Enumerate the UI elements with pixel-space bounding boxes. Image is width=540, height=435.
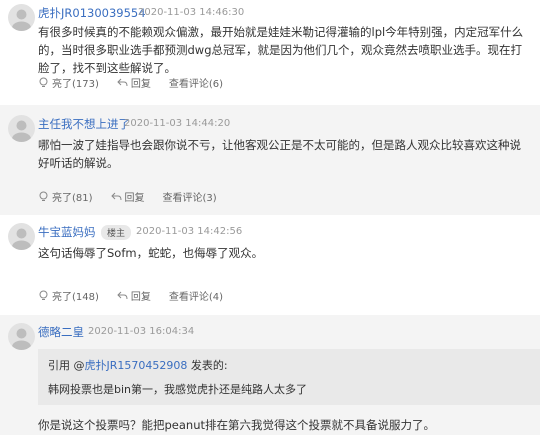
avatar[interactable] (8, 4, 35, 31)
username-link[interactable]: 主任我不想上进了 (38, 116, 130, 132)
op-badge: 楼主 (101, 225, 132, 240)
comment-time: 2020-11-03 14:46:30 (138, 7, 245, 18)
comment-text: 你是说这个投票吗？能把peanut排在第六我觉得这个投票就不具备说服力了。 (38, 418, 436, 432)
light-count: 亮了(81) (52, 193, 93, 204)
view-comments-link[interactable]: 查看评论(6) (169, 75, 223, 90)
default-avatar-icon (12, 120, 31, 142)
default-avatar-icon (12, 328, 31, 350)
view-comments-link[interactable]: 查看评论(3) (163, 189, 217, 204)
comment-text: 哪怕一波了娃指导也会跟你说不亏，让他客观公正是不太可能的，但是路人观众比较喜欢这… (38, 138, 521, 170)
comment-actions: 亮了(81) 回复 查看评论(3) (38, 189, 235, 204)
reply-label: 回复 (130, 79, 151, 90)
avatar[interactable] (8, 223, 35, 250)
light-bulb-icon (39, 290, 48, 300)
light-bulb-icon (39, 191, 48, 201)
quote-header: 引用 @虎扑JR1570452908 发表的: (48, 357, 228, 373)
reply-arrow-icon (117, 291, 128, 300)
comment-item: 虎扑JR0130039554 2020-11-03 14:46:30 有很多时候… (0, 0, 540, 105)
reply-arrow-icon (110, 192, 122, 201)
reply-arrow-icon (117, 78, 128, 87)
avatar[interactable] (8, 323, 35, 350)
reply-label: 回复 (124, 193, 145, 204)
light-count: 亮了(173) (52, 79, 99, 90)
light-button[interactable]: 亮了(148) (38, 288, 99, 303)
comment-actions: 亮了(173) 回复 查看评论(6) (38, 75, 241, 90)
comment-time: 2020-11-03 14:44:20 (124, 118, 231, 129)
reply-label: 回复 (130, 292, 151, 303)
quote-suffix: 发表的: (187, 359, 228, 372)
comment-time: 2020-11-03 16:04:34 (88, 326, 195, 337)
comment-text: 这句话侮辱了Sofm，蛇蛇，也侮辱了观众。 (38, 246, 264, 260)
comment-text: 有很多时候真的不能赖观众偏激，最开始就是娃娃米勒记得灌输的lpl今年特别强，内定… (38, 25, 524, 75)
comment-item: 主任我不想上进了 2020-11-03 14:44:20 哪怕一波了娃指导也会跟… (0, 105, 540, 215)
avatar[interactable] (8, 115, 35, 142)
reply-button[interactable]: 回复 (117, 75, 151, 90)
light-button[interactable]: 亮了(173) (38, 75, 99, 90)
comment-item: 牛宝蓝妈妈 楼主 2020-11-03 14:42:56 这句话侮辱了Sofm，… (0, 215, 540, 315)
username-link[interactable]: 虎扑JR0130039554 (38, 5, 146, 21)
comment-actions: 亮了(148) 回复 查看评论(4) (38, 288, 241, 303)
quoted-user-link[interactable]: 虎扑JR1570452908 (85, 359, 188, 372)
comment-time: 2020-11-03 14:42:56 (136, 226, 243, 237)
reply-button[interactable]: 回复 (110, 189, 145, 204)
default-avatar-icon (12, 228, 31, 250)
username-link[interactable]: 德略二皇 (38, 324, 84, 340)
view-comments-link[interactable]: 查看评论(4) (169, 288, 223, 303)
default-avatar-icon (12, 9, 31, 31)
light-bulb-icon (39, 77, 48, 87)
light-button[interactable]: 亮了(81) (38, 189, 93, 204)
username-link[interactable]: 牛宝蓝妈妈 (38, 224, 96, 240)
reply-button[interactable]: 回复 (117, 288, 151, 303)
quote-text: 韩网投票也是bin第一，我感觉虎扑还是纯路人太多了 (48, 383, 308, 396)
light-count: 亮了(148) (52, 292, 99, 303)
quote-block: 引用 @虎扑JR1570452908 发表的: 韩网投票也是bin第一，我感觉虎… (38, 349, 540, 405)
quote-prefix: 引用 @ (48, 359, 85, 372)
